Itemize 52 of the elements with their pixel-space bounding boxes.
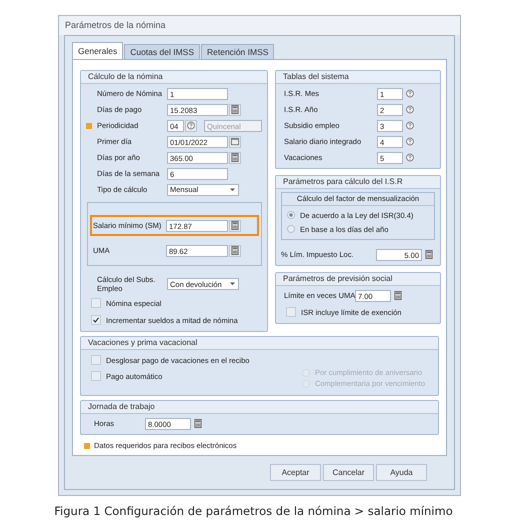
group-title: Jornada de trabajo — [81, 401, 438, 414]
calculator-button[interactable] — [229, 104, 241, 116]
dialog-button[interactable]: Ayuda — [376, 464, 427, 481]
calculator-button[interactable] — [229, 220, 241, 232]
group-title: Vacaciones y prima vacacional — [81, 337, 438, 350]
help-icon — [406, 153, 414, 162]
help-icon — [406, 137, 414, 146]
calendar-button[interactable] — [229, 136, 241, 148]
calculator-icon — [231, 153, 239, 162]
calculator-icon — [194, 419, 202, 428]
checkbox[interactable] — [286, 307, 296, 317]
caret-icon — [230, 188, 235, 192]
help-icon — [187, 121, 195, 130]
radio-button[interactable] — [287, 211, 295, 219]
help-button[interactable] — [185, 120, 197, 132]
calculator-button[interactable] — [423, 248, 435, 260]
caret-icon — [230, 282, 235, 286]
calculator-icon — [231, 246, 239, 255]
calculator-icon — [394, 291, 402, 300]
figure-caption: Figura 1 Configuración de parámetros de la nómina > salario mínimo — [53, 504, 454, 518]
calculator-icon — [425, 250, 433, 259]
checkbox[interactable] — [91, 371, 101, 381]
checkbox[interactable] — [91, 355, 101, 365]
dialog-button[interactable]: Aceptar — [270, 464, 321, 481]
calculator-button[interactable] — [392, 290, 404, 302]
tab[interactable]: Cuotas del IMSS — [124, 44, 200, 59]
calendar-icon — [231, 137, 239, 146]
calculator-button[interactable] — [192, 418, 204, 430]
calculator-button[interactable] — [229, 152, 241, 164]
help-icon — [406, 121, 414, 130]
calculator-icon — [231, 221, 239, 230]
group-title: Parámetros de previsión social — [276, 273, 440, 286]
required-marker-icon — [84, 442, 90, 448]
tab[interactable]: Retención IMSS — [201, 44, 274, 59]
help-icon — [406, 105, 414, 114]
help-button[interactable] — [404, 136, 416, 148]
help-button[interactable] — [404, 152, 416, 164]
help-button[interactable] — [404, 120, 416, 132]
group-title: Tablas del sistema — [276, 71, 440, 84]
tab[interactable]: Generales — [72, 42, 124, 59]
calculator-icon — [231, 105, 239, 114]
group-title: Parámetros para cálculo del I.S.R — [276, 176, 440, 189]
checkbox[interactable] — [91, 298, 101, 308]
help-button[interactable] — [404, 104, 416, 116]
help-icon — [406, 89, 414, 98]
window-title: Parámetros de la nómina — [59, 16, 460, 35]
dialog-button[interactable]: Cancelar — [323, 464, 374, 481]
help-button[interactable] — [404, 88, 416, 100]
calculator-button[interactable] — [229, 244, 241, 256]
group-title: Cálculo de la nómina — [81, 71, 267, 84]
checkbox[interactable] — [91, 315, 101, 325]
radio-button[interactable] — [287, 225, 295, 233]
